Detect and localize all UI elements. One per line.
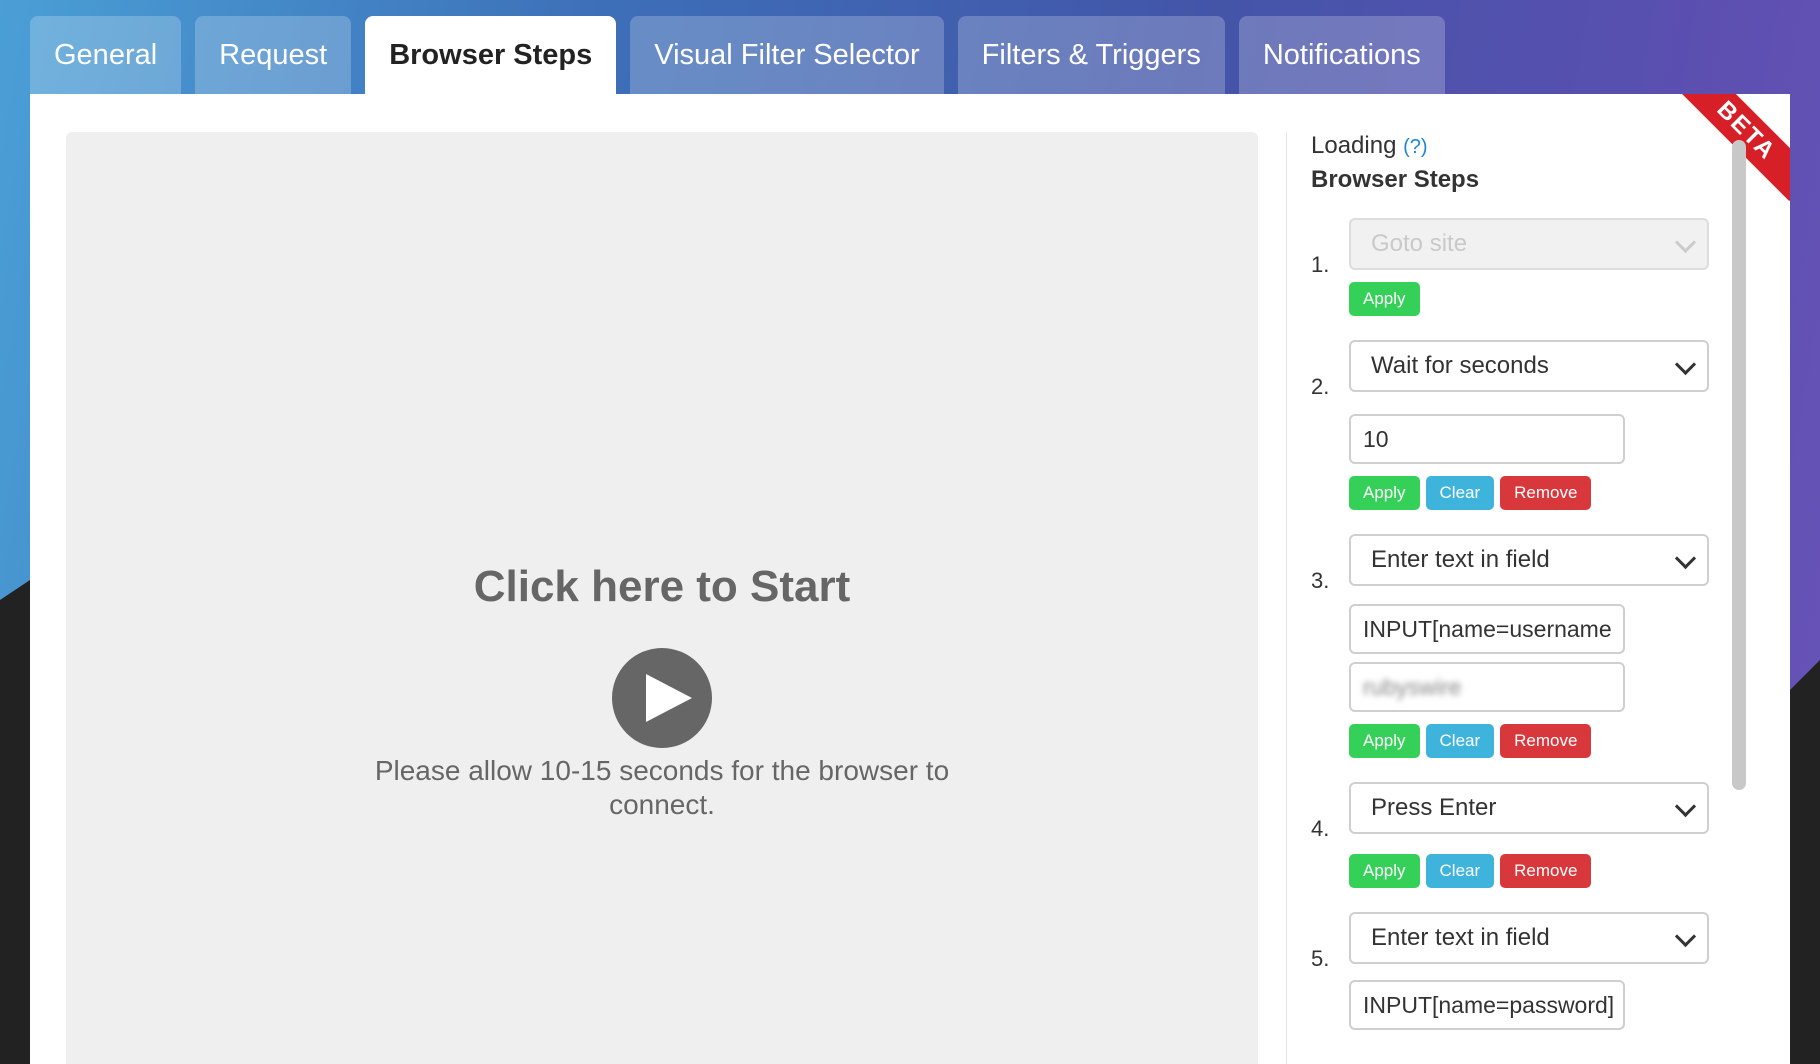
step-number: 2. [1311,374,1330,399]
loading-status: Loading (?) [1311,132,1752,160]
chevron-down-icon [1674,925,1697,948]
step-2-action-select[interactable]: Wait for seconds [1349,340,1709,392]
sidebar-scrollbar[interactable] [1732,140,1746,790]
tab-bar: General Request Browser Steps Visual Fil… [30,16,1445,94]
select-value: Press Enter [1371,794,1497,821]
tab-filters-triggers[interactable]: Filters & Triggers [957,16,1225,94]
step-3-apply-button[interactable]: Apply [1349,724,1420,758]
step-3-clear-button[interactable]: Clear [1425,724,1495,758]
play-icon[interactable] [612,648,712,748]
step-1-action-select[interactable]: Goto site [1349,218,1709,270]
start-title: Click here to Start [473,562,851,611]
step-2-value-input[interactable]: 10 [1349,414,1625,464]
step-number: 1. [1311,252,1330,277]
step-4-clear-button[interactable]: Clear [1425,854,1495,888]
tab-browser-steps[interactable]: Browser Steps [365,16,617,94]
step-3-remove-button[interactable]: Remove [1500,724,1592,758]
chevron-down-icon [1674,353,1697,376]
step-4: 4. Press Enter Apply Clear Remove [1311,782,1752,888]
help-link[interactable]: (?) [1403,136,1427,158]
chevron-down-icon [1674,795,1697,818]
browser-preview-start[interactable]: Click here to Start Please allow 10-15 s… [66,132,1258,1064]
tab-visual-filter-selector[interactable]: Visual Filter Selector [630,16,944,94]
tab-notifications[interactable]: Notifications [1238,16,1445,94]
step-number: 4. [1311,816,1330,841]
step-2-apply-button[interactable]: Apply [1349,476,1420,510]
step-3-action-select[interactable]: Enter text in field [1349,534,1709,586]
step-4-remove-button[interactable]: Remove [1500,854,1592,888]
step-4-apply-button[interactable]: Apply [1349,854,1420,888]
step-3: 3. Enter text in field INPUT[name=userna… [1311,534,1752,758]
input-value: 10 [1363,425,1389,452]
step-1: 1. Goto site Apply [1311,218,1752,316]
sidebar-title: Browser Steps [1311,166,1480,193]
step-number: 5. [1311,946,1330,971]
browser-steps-panel: BETA Click here to Start Please allow 10… [30,94,1790,1064]
select-value: Enter text in field [1371,924,1550,951]
step-1-apply-button[interactable]: Apply [1349,282,1420,316]
chevron-down-icon [1674,231,1697,254]
step-3-selector-input[interactable]: INPUT[name=username [1349,604,1625,654]
step-5-selector-input[interactable]: INPUT[name=password] [1349,980,1625,1030]
select-value: Goto site [1371,230,1468,257]
step-2-clear-button[interactable]: Clear [1425,476,1495,510]
input-value: INPUT[name=password] [1363,991,1615,1018]
input-value: rubyswire [1363,673,1462,700]
tab-general[interactable]: General [30,16,182,94]
help-icon[interactable]: ? [1410,136,1421,158]
background-wedge-right [1790,660,1820,1064]
step-3-value-input[interactable]: rubyswire [1349,662,1625,712]
step-5-action-select[interactable]: Enter text in field [1349,912,1709,964]
connect-message: Please allow 10-15 seconds for the brows… [374,755,950,820]
select-value: Wait for seconds [1371,352,1549,379]
step-2: 2. Wait for seconds 10 Apply Clear Remov… [1311,340,1752,510]
tab-request[interactable]: Request [195,16,352,94]
step-5: 5. Enter text in field INPUT[name=passwo… [1311,912,1752,1030]
step-2-remove-button[interactable]: Remove [1500,476,1592,510]
input-value: INPUT[name=username [1363,615,1612,642]
loading-label: Loading [1311,132,1397,159]
chevron-down-icon [1674,547,1697,570]
select-value: Enter text in field [1371,546,1550,573]
step-4-action-select[interactable]: Press Enter [1349,782,1709,834]
step-number: 3. [1311,568,1330,593]
browser-steps-sidebar: Loading (?) Browser Steps 1. Goto site A… [1286,132,1752,1064]
